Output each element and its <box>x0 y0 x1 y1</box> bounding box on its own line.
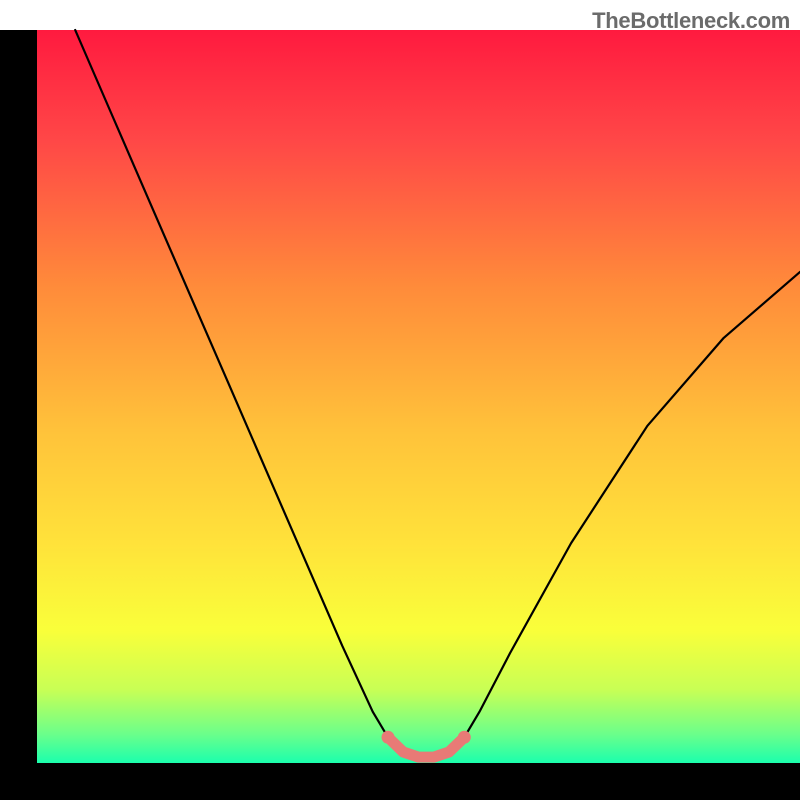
gradient-background <box>37 30 800 763</box>
optimal-region-endpoint <box>382 731 395 744</box>
bottleneck-chart <box>0 0 800 800</box>
x-axis-bar <box>0 763 800 800</box>
y-axis-bar <box>0 30 37 800</box>
chart-container: TheBottleneck.com <box>0 0 800 800</box>
optimal-region-endpoint <box>458 731 471 744</box>
watermark-label: TheBottleneck.com <box>592 8 790 34</box>
